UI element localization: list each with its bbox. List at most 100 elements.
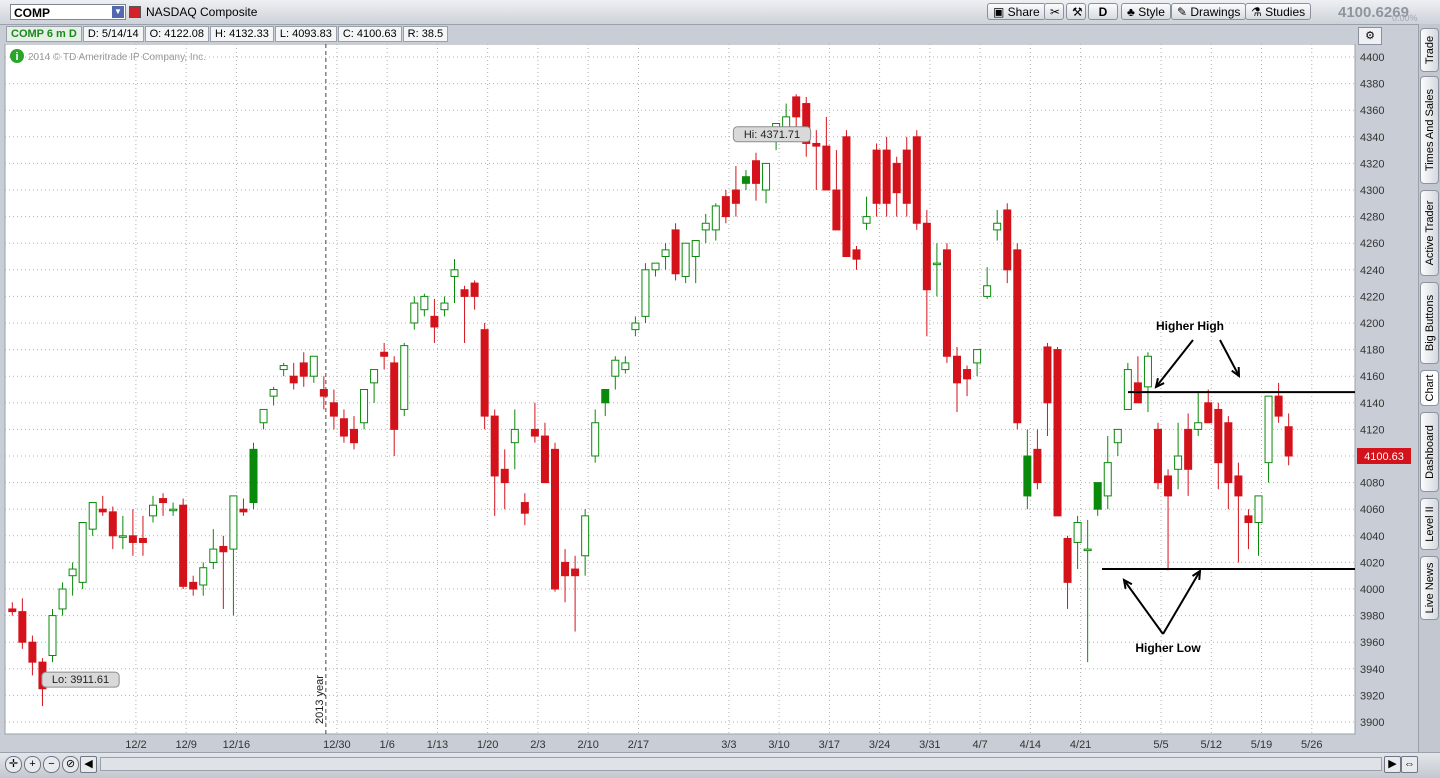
- zoom-reset-button[interactable]: ⊘: [62, 756, 79, 773]
- sidebar-tab-label: Chart: [1423, 374, 1436, 402]
- sidebar-tab-live-news[interactable]: Live News: [1420, 556, 1439, 620]
- candlestick-chart[interactable]: 2013 year 3900 3920 3940 3960 3980 4000 4020 40…: [0, 44, 1418, 752]
- candle-body-down: [892, 162, 901, 194]
- zoom-in-button[interactable]: +: [24, 756, 41, 773]
- x-tick-label: 5/26: [1301, 739, 1322, 751]
- candle-body-up: [661, 249, 670, 258]
- candle-body-down: [872, 149, 881, 204]
- candle-body-up: [701, 222, 710, 231]
- share-button[interactable]: ▣ Share: [987, 3, 1046, 20]
- crosshair-button[interactable]: ✛: [5, 756, 22, 773]
- y-tick-label: 4360: [1360, 105, 1384, 117]
- chart-settings-icon[interactable]: ⚙: [1358, 27, 1382, 45]
- horizontal-scrollbar[interactable]: [100, 757, 1382, 771]
- sidebar-tab-trade[interactable]: Trade: [1420, 28, 1439, 72]
- candle-body-up: [681, 242, 690, 277]
- candle-body-down: [480, 329, 489, 417]
- candle-body-down: [822, 145, 831, 191]
- sidebar-tab-label: Big Buttons: [1423, 294, 1436, 352]
- symbol-dropdown-icon[interactable]: ▼: [112, 6, 124, 18]
- company-name: NASDAQ Composite: [146, 5, 258, 19]
- scissors-button[interactable]: ✂: [1044, 3, 1064, 20]
- candle-body-down: [721, 196, 730, 218]
- sidebar-tab-times-and-sales[interactable]: Times And Sales: [1420, 76, 1439, 184]
- sidebar-tab-label: Trade: [1423, 35, 1436, 65]
- candle-body-up: [420, 295, 429, 311]
- y-tick-label: 3920: [1360, 690, 1384, 702]
- year-label: 2013 year: [314, 675, 326, 724]
- expand-button[interactable]: ⇔: [1401, 756, 1418, 773]
- candle: [400, 342, 409, 417]
- candle-body-up: [249, 448, 258, 504]
- candle-body-down: [832, 189, 841, 231]
- y-tick-label: 4380: [1360, 79, 1384, 91]
- candle-body-down: [470, 282, 479, 297]
- x-tick-label: 1/13: [427, 739, 448, 751]
- candle-body-down: [942, 249, 951, 357]
- candle-body-up: [1194, 422, 1203, 430]
- candle-body-up: [48, 615, 57, 656]
- y-tick-label: 3980: [1360, 611, 1384, 623]
- info-low: L: 4093.83: [274, 26, 337, 42]
- higher-high-label: Higher High: [1156, 319, 1224, 333]
- style-button[interactable]: ♣ Style: [1121, 3, 1171, 20]
- plot-area: [4, 44, 1356, 735]
- sidebar-tab-level-ii[interactable]: Level II: [1420, 498, 1439, 550]
- period-button[interactable]: D: [1088, 3, 1118, 20]
- zoom-out-button[interactable]: −: [43, 756, 60, 773]
- sidebar-tab-big-buttons[interactable]: Big Buttons: [1420, 282, 1439, 364]
- candle-body-down: [1063, 537, 1072, 583]
- candle-body-down: [460, 289, 469, 297]
- info-open: O: 4122.08: [144, 26, 210, 42]
- bottom-bar: ✛ + − ⊘ ◀ ▶ ⇔: [0, 752, 1440, 778]
- pencil-icon: ✎: [1177, 5, 1191, 19]
- candle-body-up: [440, 302, 449, 311]
- x-tick-label: 3/10: [768, 739, 789, 751]
- symbol-text: COMP: [14, 6, 50, 20]
- sidebar-tab-label: Dashboard: [1423, 425, 1436, 479]
- candle-body-up: [1023, 455, 1032, 497]
- high-label-text: Hi: 4371.71: [744, 129, 800, 141]
- candle-body-down: [671, 229, 680, 275]
- candle-body-down: [239, 508, 248, 513]
- info-icon-glyph: i: [15, 51, 18, 63]
- y-tick-label: 3940: [1360, 664, 1384, 676]
- candle-body-up: [581, 515, 590, 557]
- candle-body-down: [1043, 346, 1052, 404]
- sidebar-tab-label: Times And Sales: [1423, 88, 1436, 172]
- y-tick-label: 4240: [1360, 265, 1384, 277]
- info-close: C: 4100.63: [337, 26, 402, 42]
- candle: [1053, 346, 1062, 517]
- candle-body-down: [8, 608, 17, 613]
- scroll-left-button[interactable]: ◀: [80, 756, 97, 773]
- candle: [1123, 362, 1132, 410]
- sidebar-tab-dashboard[interactable]: Dashboard: [1420, 412, 1439, 492]
- drawings-button[interactable]: ✎ Drawings: [1171, 3, 1247, 20]
- candle-body-down: [922, 222, 931, 291]
- y-axis: 3900 3920 3940 3960 3980 4000 4020 4040 4060 4080…: [1360, 52, 1384, 729]
- y-tick-label: 4200: [1360, 318, 1384, 330]
- candle-body-up: [400, 345, 409, 410]
- candle-body-up: [862, 216, 871, 224]
- sidebar-tab-label: Level II: [1423, 506, 1436, 542]
- sidebar-tab-chart[interactable]: Chart: [1420, 370, 1439, 406]
- scroll-right-button[interactable]: ▶: [1384, 756, 1401, 773]
- candle-body-up: [983, 285, 992, 297]
- candle-body-up: [1103, 462, 1112, 497]
- studies-label: Studies: [1265, 5, 1306, 19]
- x-tick-label: 5/5: [1153, 739, 1168, 751]
- candle-body-down: [731, 189, 740, 204]
- candle-body-down: [530, 428, 539, 437]
- candle-body-up: [149, 504, 157, 517]
- candle: [942, 243, 951, 363]
- scroll-left-icon: ◀: [84, 758, 93, 770]
- symbol-input[interactable]: COMP ▼: [10, 4, 126, 20]
- candle-body-up: [259, 408, 268, 424]
- y-tick-label: 4120: [1360, 424, 1384, 436]
- candle-body-down: [882, 149, 891, 204]
- wrench-button[interactable]: ⚒: [1066, 3, 1086, 20]
- candle-body-up: [88, 502, 97, 530]
- last-price-tag-text: 4100.63: [1364, 451, 1404, 463]
- sidebar-tab-active-trader[interactable]: Active Trader: [1420, 190, 1439, 276]
- studies-button[interactable]: ⚗ Studies: [1245, 3, 1312, 20]
